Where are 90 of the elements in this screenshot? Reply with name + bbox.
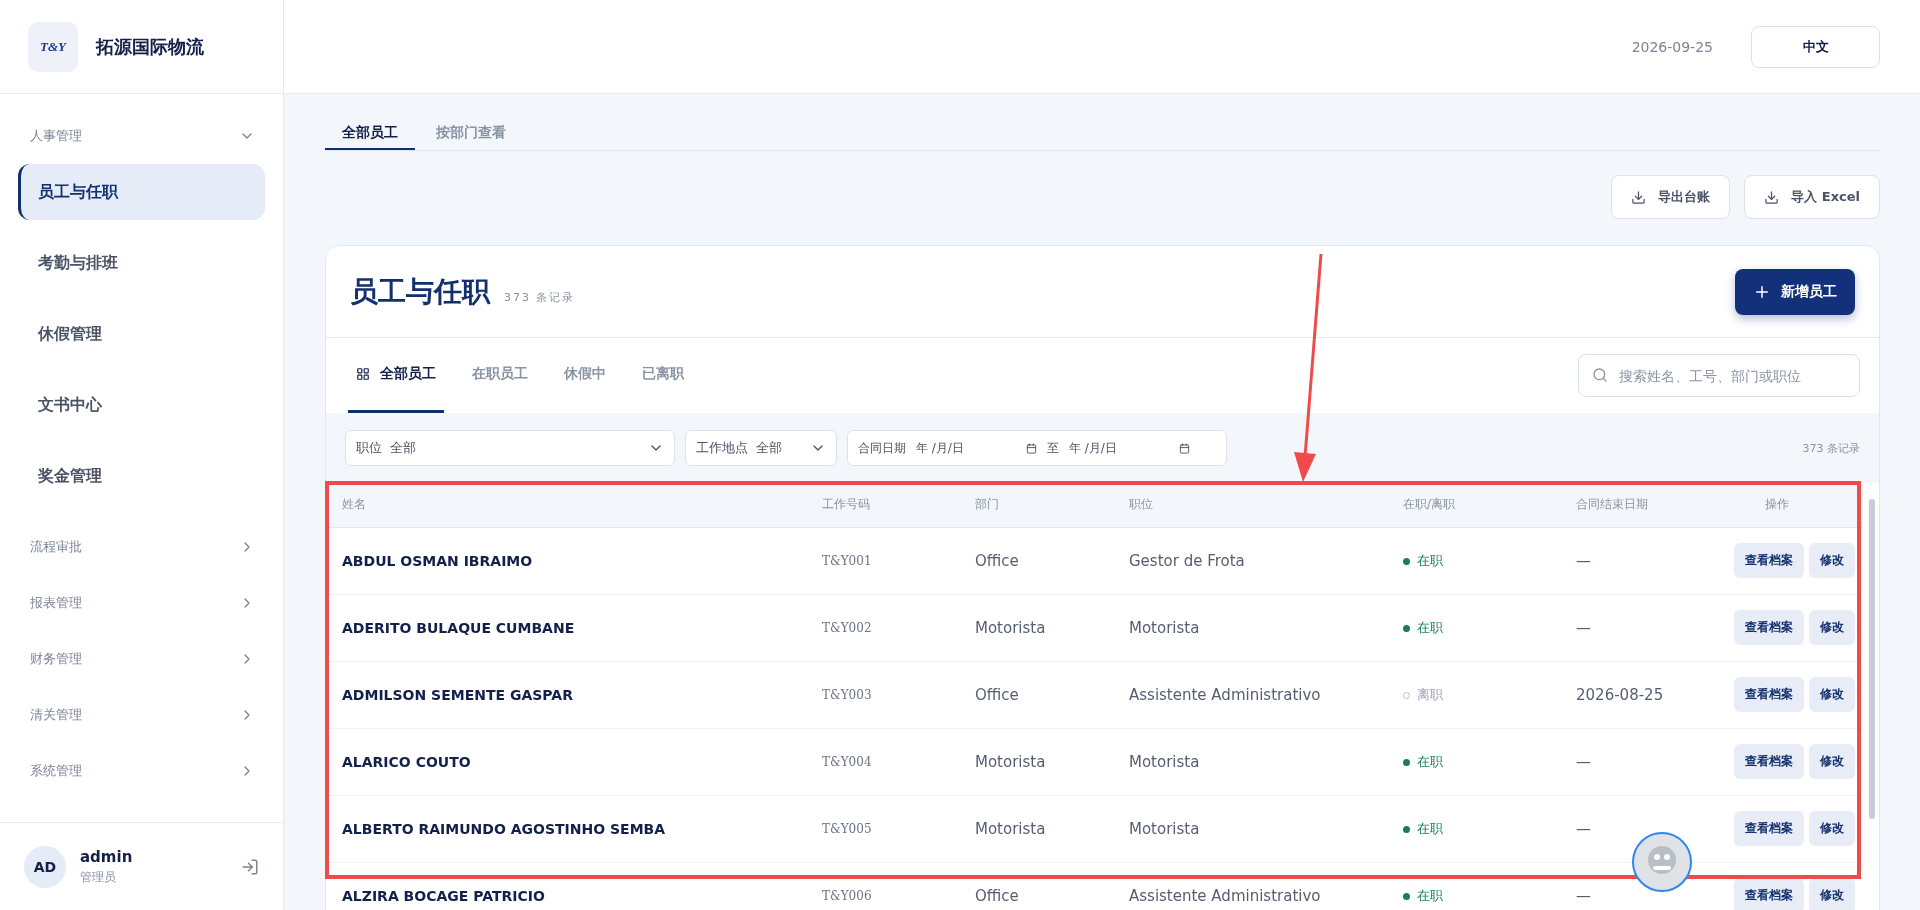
position-select[interactable]: 职位 全部 bbox=[345, 430, 675, 466]
status-cell: 在职 bbox=[1387, 527, 1560, 594]
nav-group[interactable]: 清关管理 bbox=[18, 687, 265, 743]
nav-group[interactable]: 流程审批 bbox=[18, 519, 265, 575]
add-employee-button[interactable]: 新增员工 bbox=[1735, 268, 1855, 315]
status-cell: 在职 bbox=[1387, 594, 1560, 661]
position-cell: Motorista bbox=[1113, 594, 1387, 661]
position-cell: Assistente Administrativo bbox=[1113, 661, 1387, 728]
language-button[interactable]: 中文 bbox=[1751, 25, 1880, 68]
scrollbar[interactable] bbox=[1869, 499, 1875, 819]
grid-icon bbox=[356, 367, 370, 381]
page-tab[interactable]: 全部员工 bbox=[325, 124, 415, 150]
name-cell: ADMILSON SEMENTE GASPAR bbox=[326, 661, 806, 728]
column-header: 部门 bbox=[959, 483, 1113, 527]
id-cell: T&Y005 bbox=[806, 795, 959, 862]
nav-group[interactable]: 系统管理 bbox=[18, 743, 265, 799]
position-cell: Motorista bbox=[1113, 728, 1387, 795]
current-date: 2026-09-25 bbox=[1631, 38, 1713, 55]
name-cell: ALZIRA BOCAGE PATRICIO bbox=[326, 862, 806, 910]
column-header: 工作号码 bbox=[806, 483, 959, 527]
record-count: 373 条记录 bbox=[1802, 440, 1860, 456]
name-cell: ADERITO BULAQUE CUMBANE bbox=[326, 594, 806, 661]
edit-button[interactable]: 修改 bbox=[1809, 744, 1855, 779]
nav-group[interactable]: 财务管理 bbox=[18, 631, 265, 687]
view-profile-button[interactable]: 查看档案 bbox=[1734, 610, 1804, 645]
view-profile-button[interactable]: 查看档案 bbox=[1734, 878, 1804, 910]
column-header: 姓名 bbox=[326, 483, 806, 527]
column-header: 在职/离职 bbox=[1387, 483, 1560, 527]
department-cell: Office bbox=[959, 527, 1113, 594]
name-cell: ALARICO COUTO bbox=[326, 728, 806, 795]
edit-button[interactable]: 修改 bbox=[1809, 543, 1855, 578]
view-profile-button[interactable]: 查看档案 bbox=[1734, 811, 1804, 846]
department-cell: Motorista bbox=[959, 594, 1113, 661]
name-cell: ALBERTO RAIMUNDO AGOSTINHO SEMBA bbox=[326, 795, 806, 862]
status-cell: 在职 bbox=[1387, 728, 1560, 795]
name-cell: ABDUL OSMAN IBRAIMO bbox=[326, 527, 806, 594]
user-name: admin bbox=[80, 847, 134, 866]
nav-item[interactable]: 文书中心 bbox=[18, 377, 265, 433]
edit-button[interactable]: 修改 bbox=[1809, 677, 1855, 712]
user-role: 管理员 bbox=[80, 868, 117, 886]
search-field[interactable]: 搜索姓名、工号、部门或职位 bbox=[1578, 354, 1860, 397]
id-cell: T&Y004 bbox=[806, 728, 959, 795]
download-button[interactable]: 导入 Excel bbox=[1744, 175, 1880, 219]
brand-name: 拓源国际物流 bbox=[96, 34, 204, 59]
department-cell: Motorista bbox=[959, 728, 1113, 795]
position-cell: Assistente Administrativo bbox=[1113, 862, 1387, 910]
download-icon bbox=[1631, 189, 1647, 205]
column-header: 合同结束日期 bbox=[1560, 483, 1690, 527]
edit-button[interactable]: 修改 bbox=[1809, 878, 1855, 910]
edit-button[interactable]: 修改 bbox=[1809, 610, 1855, 645]
status-cell: 离职 bbox=[1387, 661, 1560, 728]
column-header: 职位 bbox=[1113, 483, 1387, 527]
department-cell: Office bbox=[959, 661, 1113, 728]
calendar-icon bbox=[1026, 442, 1037, 454]
contract-end-cell: — bbox=[1560, 527, 1690, 594]
position-cell: Gestor de Frota bbox=[1113, 527, 1387, 594]
contract-end-cell: — bbox=[1560, 728, 1690, 795]
status-cell: 在职 bbox=[1387, 795, 1560, 862]
view-profile-button[interactable]: 查看档案 bbox=[1734, 744, 1804, 779]
status-cell: 在职 bbox=[1387, 862, 1560, 910]
id-cell: T&Y001 bbox=[806, 527, 959, 594]
nav-group[interactable]: 人事管理 bbox=[18, 108, 265, 164]
logout-icon[interactable] bbox=[241, 857, 259, 876]
contract-end-cell: 2026-08-25 bbox=[1560, 661, 1690, 728]
user-avatar: AD bbox=[24, 845, 66, 888]
nav-group[interactable]: 报表管理 bbox=[18, 575, 265, 631]
department-cell: Motorista bbox=[959, 795, 1113, 862]
logo: T&Y bbox=[28, 21, 78, 72]
date-range-field[interactable]: 合同日期 年 /月/日 至 年 /月/日 bbox=[847, 430, 1227, 466]
download-button[interactable]: 导出台账 bbox=[1611, 175, 1731, 219]
position-cell: Motorista bbox=[1113, 795, 1387, 862]
location-select[interactable]: 工作地点 全部 bbox=[685, 430, 837, 466]
edit-button[interactable]: 修改 bbox=[1809, 811, 1855, 846]
search-icon bbox=[1592, 367, 1608, 383]
nav-item[interactable]: 奖金管理 bbox=[18, 448, 265, 504]
record-count: 373 条记录 bbox=[504, 289, 576, 305]
id-cell: T&Y003 bbox=[806, 661, 959, 728]
contract-end-cell: — bbox=[1560, 594, 1690, 661]
column-header: 操作 bbox=[1690, 483, 1863, 527]
card-title: 员工与任职 bbox=[350, 273, 490, 310]
department-cell: Office bbox=[959, 862, 1113, 910]
view-profile-button[interactable]: 查看档案 bbox=[1734, 543, 1804, 578]
id-cell: T&Y002 bbox=[806, 594, 959, 661]
nav-item[interactable]: 员工与任职 bbox=[18, 164, 265, 220]
nav-item[interactable]: 休假管理 bbox=[18, 306, 265, 362]
id-cell: T&Y006 bbox=[806, 862, 959, 910]
download-icon bbox=[1764, 189, 1780, 205]
view-profile-button[interactable]: 查看档案 bbox=[1734, 677, 1804, 712]
nav-item[interactable]: 考勤与排班 bbox=[18, 235, 265, 291]
calendar-icon bbox=[1179, 442, 1190, 454]
